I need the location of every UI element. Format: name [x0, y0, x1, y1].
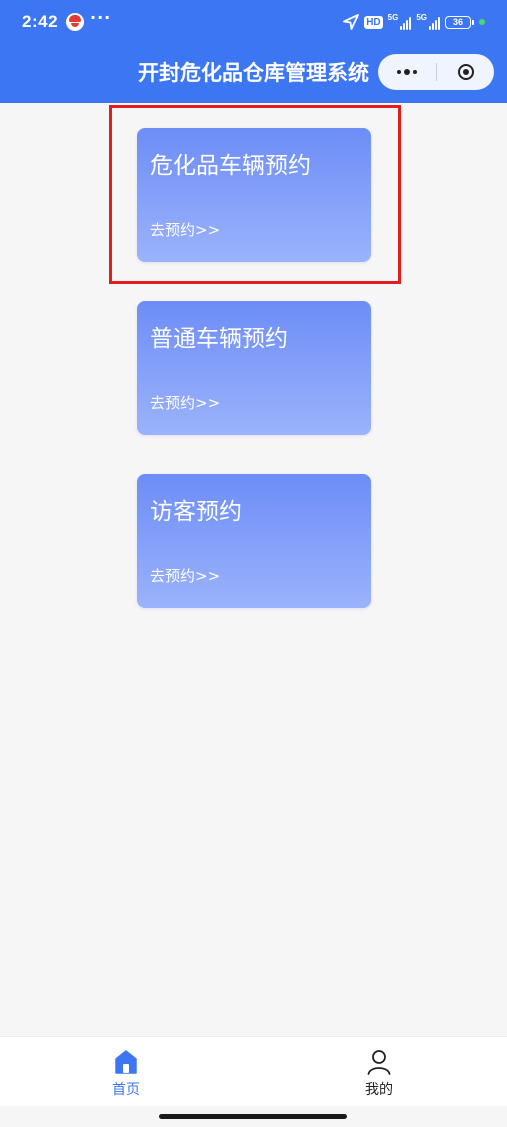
visitor-reservation-card[interactable]: 访客预约 去预约>> [137, 474, 371, 608]
signal-5g-icon: 5G [416, 14, 440, 30]
privacy-indicator-dot [479, 19, 485, 25]
more-notifications-icon: ··· [90, 8, 112, 27]
signal-label: 5G [387, 13, 399, 22]
home-indicator[interactable] [159, 1114, 347, 1119]
card-title: 访客预约 [150, 499, 242, 525]
hd-badge: HD [364, 15, 383, 29]
target-icon [457, 64, 474, 80]
card-link[interactable]: 去预约>> [150, 566, 220, 586]
tab-label: 首页 [112, 1082, 140, 1098]
close-miniprogram-button[interactable] [437, 54, 494, 90]
card-link[interactable]: 去预约>> [150, 393, 220, 413]
tab-mine[interactable]: 我的 [319, 1037, 439, 1107]
tab-bar: 首页 我的 [0, 1036, 507, 1106]
tab-home[interactable]: 首页 [66, 1037, 186, 1107]
status-time: 2:42 [22, 12, 59, 31]
home-icon [115, 1050, 137, 1074]
miniprogram-capsule [378, 54, 494, 90]
card-title: 危化品车辆预约 [150, 153, 311, 179]
page-title: 开封危化品仓库管理系统 [138, 61, 369, 85]
signal-5g-icon: 5G [388, 14, 412, 30]
normal-vehicle-reservation-card[interactable]: 普通车辆预约 去预约>> [137, 301, 371, 435]
more-button[interactable] [378, 54, 436, 90]
card-link[interactable]: 去预约>> [150, 220, 220, 240]
battery-icon: 36 [445, 15, 474, 29]
card-title: 普通车辆预约 [150, 326, 288, 352]
status-icons: HD 5G 5G 36 [343, 12, 485, 32]
signal-label: 5G [416, 13, 427, 22]
tab-label: 我的 [365, 1082, 393, 1098]
battery-level: 36 [452, 16, 463, 27]
header: 2:42 ··· HD 5G 5G 36 开封危化品仓库管理系统 [0, 0, 507, 103]
location-arrow-icon [343, 14, 360, 30]
hazmat-vehicle-reservation-card[interactable]: 危化品车辆预约 去预约>> [137, 128, 371, 262]
user-icon [367, 1050, 391, 1075]
notification-app-icon [66, 13, 84, 31]
